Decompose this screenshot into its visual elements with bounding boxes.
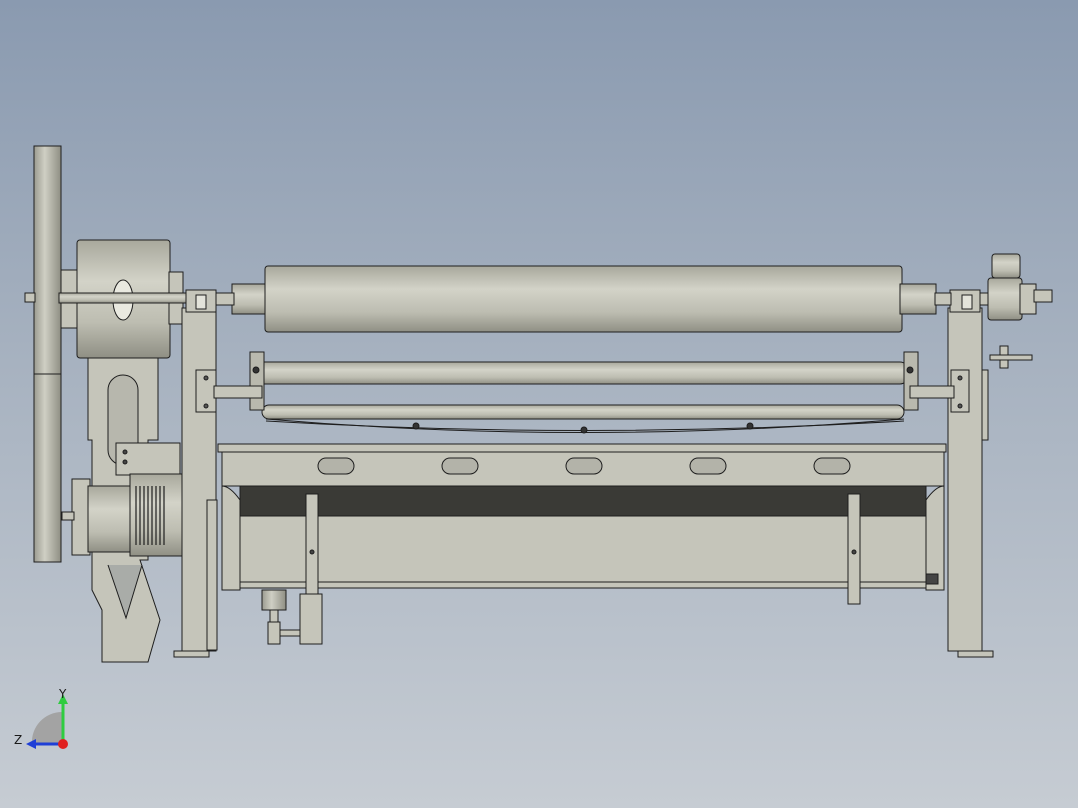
lower-tray-part [847,493,861,605]
lower-tray-part [305,493,319,605]
lower-rollers-part [746,422,754,430]
right-frame-leg-part [957,650,994,658]
gearbox-housing-part [58,292,200,304]
right-drive-hub-part [991,253,1021,279]
axis-triad[interactable]: Y Z [10,686,80,756]
motor-bracket-part [115,442,181,476]
left-frame-leg-part [206,499,218,651]
left-frame-leg-part [195,294,207,310]
table-beam-part [217,443,947,453]
z-axis-label: Z [14,733,22,747]
pneumatic-actuator-part [267,621,281,645]
electric-motor-part [61,511,75,521]
left-frame-leg-part [203,375,209,381]
table-beam-part [221,485,241,591]
lower-rollers-part [255,361,909,385]
lower-tray-part [925,573,939,585]
right-frame-leg-part [961,294,973,310]
lower-rollers-part [252,366,260,374]
upper-roller [215,265,952,333]
lower-tray-part [239,485,927,517]
upper-roller-part [231,283,267,315]
right-frame-leg-part [981,369,989,441]
right-drive-hub-part [989,354,1033,361]
electric-motor-part [87,485,133,553]
pneumatic-actuator-part [261,589,287,611]
electric-motor [61,473,183,557]
lower-rollers-part [412,422,420,430]
lower-tray-part [239,515,927,589]
lower-tray [239,485,939,605]
right-frame-leg [947,289,994,658]
right-frame-leg-part [947,307,983,652]
lower-rollers-part [213,385,263,399]
motor-bracket-part [122,449,128,455]
handwheel [24,145,62,563]
pneumatic-actuator [261,589,323,645]
lower-rollers-part [906,366,914,374]
upper-roller-part [215,292,235,306]
lower-tray-part [851,549,857,555]
table-beam-part [565,457,603,475]
left-frame-leg-part [203,403,209,409]
left-frame-leg-part [173,650,210,658]
lower-tray-part [309,549,315,555]
triad-arc [31,711,62,744]
upper-roller-part [899,283,937,315]
table-beam-part [317,457,355,475]
x-axis-dot [58,739,68,749]
lower-rollers [213,351,955,434]
lower-rollers-part [580,426,588,434]
z-axis-arrowhead [26,739,36,749]
pneumatic-actuator-part [299,593,323,645]
gearbox-housing [58,239,200,359]
table-beam-part [689,457,727,475]
right-drive-hub-part [987,277,1023,321]
table-beam-part [813,457,851,475]
upper-roller-part [934,292,952,306]
pneumatic-actuator-part [269,609,279,623]
lower-rollers-part [909,385,955,399]
right-drive-hub-part [1033,289,1053,303]
upper-roller-part [264,265,903,333]
y-axis-label: Y [58,687,67,701]
electric-motor-part [71,478,91,556]
cad-viewport[interactable]: Y Z [0,0,1078,808]
handwheel-part [24,292,36,303]
lower-rollers-part [903,351,919,411]
right-drive-hub [979,253,1053,369]
right-frame-leg-part [957,375,963,381]
lower-rollers-part [261,404,905,420]
lower-rollers-part [249,351,265,411]
machine-assembly-drawing[interactable] [0,0,1078,808]
table-beam-part [441,457,479,475]
motor-bracket-part [122,459,128,465]
right-frame-leg-part [957,403,963,409]
handwheel-part [33,145,62,563]
